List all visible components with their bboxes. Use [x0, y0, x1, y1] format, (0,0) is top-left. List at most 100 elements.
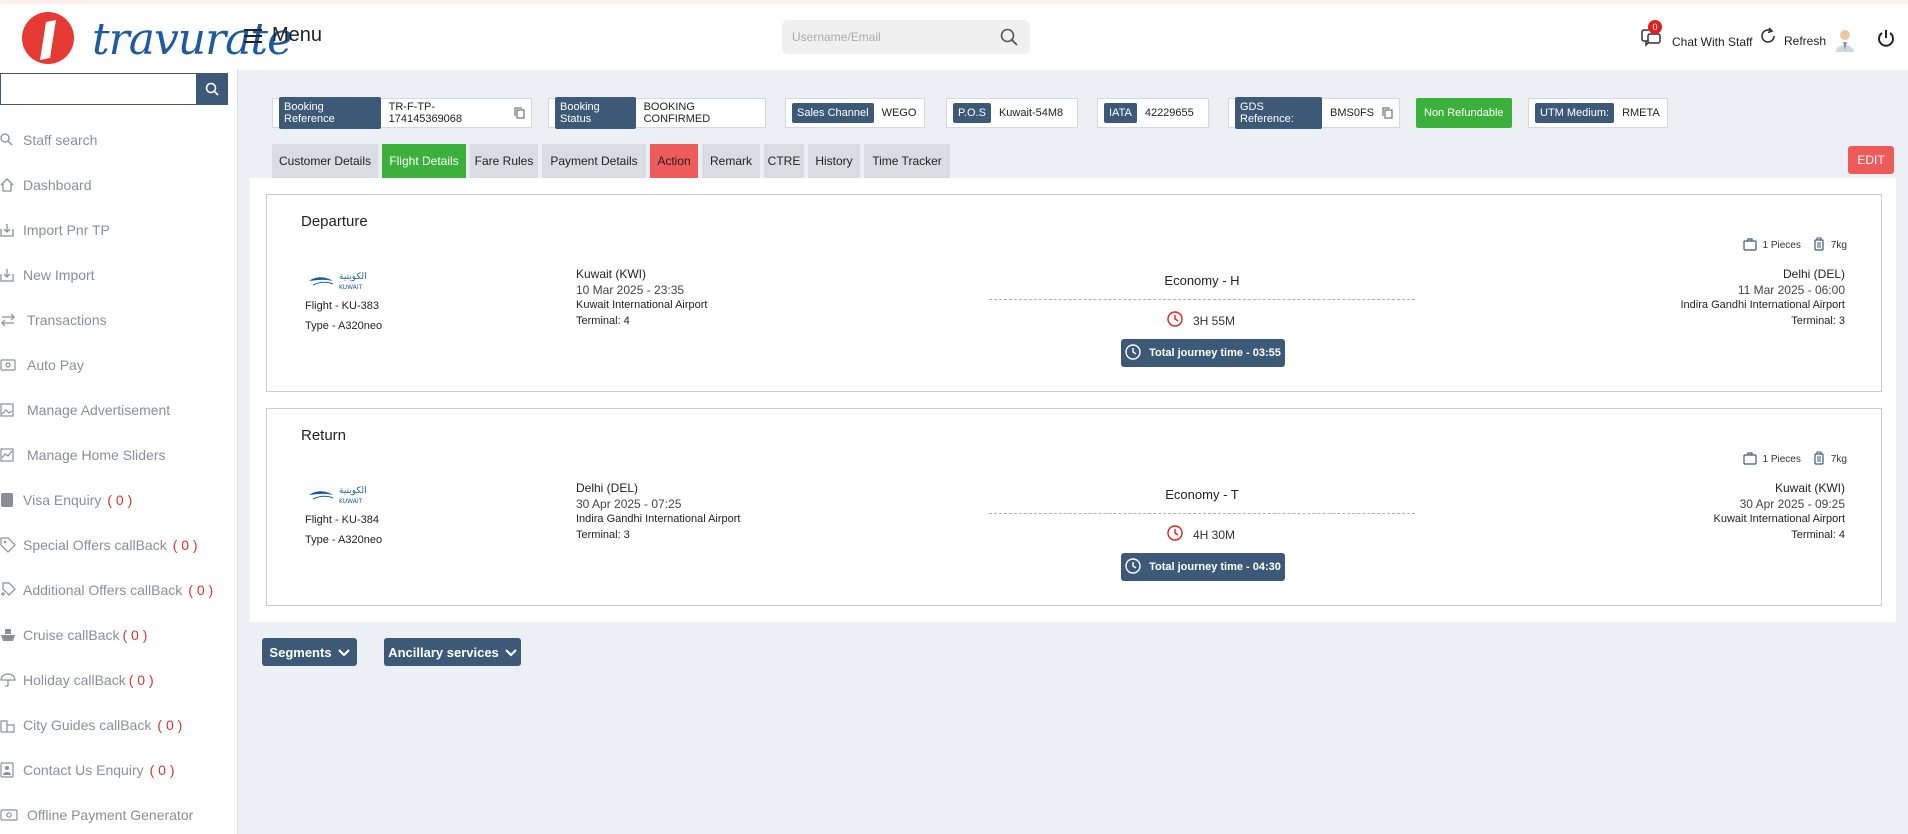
- chat-with-staff-button[interactable]: 0 Chat With Staff: [1638, 20, 1752, 53]
- sidebar-item-manage-home-sliders[interactable]: Manage Home Sliders: [0, 442, 166, 468]
- sidebar-item-dashboard[interactable]: Dashboard: [0, 172, 92, 198]
- total-journey-time: Total journey time - 04:30: [1149, 561, 1281, 573]
- gds-reference-tag: GDS Reference:: [1235, 97, 1322, 129]
- search-icon[interactable]: [1000, 28, 1018, 51]
- ancillary-services-button[interactable]: Ancillary services: [384, 638, 521, 666]
- segments-button[interactable]: Segments: [262, 638, 357, 666]
- sidebar-item-label: Dashboard: [23, 177, 92, 193]
- utm-medium-value: RMETA: [1622, 107, 1660, 119]
- route-divider: [989, 299, 1415, 300]
- sidebar-search-input[interactable]: [0, 73, 196, 105]
- sidebar-item-count: ( 0 ): [122, 627, 148, 643]
- tab-ctre[interactable]: CTRE: [764, 144, 804, 178]
- sidebar-item-transactions[interactable]: Transactions: [0, 307, 107, 333]
- sidebar-item-city-guides-callback[interactable]: City Guides callBack ( 0 ): [0, 712, 182, 738]
- import-icon: [0, 266, 18, 284]
- sidebar-item-staff-search[interactable]: Staff search: [0, 127, 97, 153]
- sidebar-item-contact-us-enquiry[interactable]: Contact Us Enquiry ( 0 ): [0, 757, 175, 783]
- origin-city: Delhi (DEL): [576, 481, 639, 495]
- tab-fare-rules[interactable]: Fare Rules: [470, 144, 538, 178]
- copy-icon[interactable]: [514, 107, 525, 119]
- tab-history[interactable]: History: [808, 144, 860, 178]
- destination-airport: Kuwait International Airport: [1713, 513, 1845, 525]
- sidebar-item-label: City Guides callBack: [23, 717, 152, 733]
- aircraft-type: Type - A320neo: [305, 534, 383, 546]
- avatar[interactable]: [1834, 28, 1856, 52]
- tab-payment-details[interactable]: Payment Details: [542, 144, 646, 178]
- power-icon[interactable]: [1876, 28, 1896, 53]
- svg-text:KUWAIT: KUWAIT: [339, 498, 363, 505]
- sidebar-item-visa-enquiry[interactable]: Visa Enquiry ( 0 ): [0, 487, 132, 513]
- sidebar-item-count: ( 0 ): [128, 672, 154, 688]
- sales-channel-tag: Sales Channel: [792, 103, 874, 123]
- sidebar-item-label: Cruise callBack: [23, 627, 120, 643]
- sidebar-item-label: Contact Us Enquiry: [23, 762, 144, 778]
- city-icon: [0, 716, 20, 734]
- origin-terminal: Terminal: 3: [576, 529, 630, 541]
- sidebar-item-additional-offers-callback[interactable]: Additional Offers callBack ( 0 ): [0, 577, 213, 603]
- clock-icon: [1167, 311, 1183, 330]
- booking-status-value: BOOKING CONFIRMED: [643, 101, 711, 125]
- sidebar-item-label: Holiday callBack: [23, 672, 126, 688]
- baggage-weight: 7kg: [1830, 240, 1847, 251]
- sidebar-item-cruise-callback[interactable]: Cruise callBack ( 0 ): [0, 622, 147, 648]
- refresh-label: Refresh: [1784, 33, 1827, 48]
- origin-city: Kuwait (KWI): [576, 267, 647, 281]
- sidebar-item-label: Staff search: [23, 132, 98, 148]
- refresh-button[interactable]: Refresh: [1758, 26, 1826, 51]
- pos-value: Kuwait-54M8: [998, 107, 1064, 119]
- sidebar-item-offline-payment-generator[interactable]: Offline Payment Generator: [0, 802, 193, 828]
- image-icon: [0, 401, 26, 419]
- sidebar-item-label: Transactions: [27, 312, 107, 328]
- chart-icon: [0, 446, 26, 464]
- tab-customer-details[interactable]: Customer Details: [272, 144, 378, 178]
- leg-title: Return: [301, 427, 347, 444]
- utm-medium-chip: UTM Medium: RMETA: [1528, 98, 1668, 128]
- clock-icon: [1167, 525, 1183, 544]
- sidebar-item-import-pnr-tp[interactable]: Import Pnr TP: [0, 217, 110, 243]
- menu-button[interactable]: Menu: [244, 24, 322, 47]
- sidebar-item-auto-pay[interactable]: Auto Pay: [0, 352, 84, 378]
- sidebar-item-new-import[interactable]: New Import: [0, 262, 95, 288]
- suitcase-icon: [1742, 237, 1757, 254]
- header-search: [782, 20, 1030, 54]
- sidebar-item-holiday-callback[interactable]: Holiday callBack ( 0 ): [0, 667, 154, 693]
- origin-airport: Indira Gandhi International Airport: [576, 513, 741, 525]
- sidebar-item-label: Special Offers callBack: [23, 537, 167, 553]
- money-icon: [0, 356, 26, 374]
- chat-badge: 0: [1648, 20, 1662, 34]
- search-input[interactable]: [782, 20, 982, 54]
- cabin-bag-icon: [1813, 237, 1825, 254]
- cabin-bag-icon: [1813, 451, 1825, 468]
- tab-remark[interactable]: Remark: [702, 144, 760, 178]
- sidebar-item-count: ( 0 ): [157, 717, 183, 733]
- total-journey-time: Total journey time - 03:55: [1149, 347, 1281, 359]
- ship-icon: [0, 626, 20, 644]
- clock-icon: [1125, 343, 1141, 363]
- sidebar-search-button[interactable]: [196, 73, 228, 105]
- tab-time-tracker[interactable]: Time Tracker: [864, 144, 950, 178]
- tag-plus-icon: [0, 581, 20, 599]
- umbrella-icon: [0, 671, 20, 689]
- copy-icon[interactable]: [1382, 107, 1393, 119]
- destination-terminal: Terminal: 4: [1791, 529, 1845, 541]
- logo-mark-icon: [22, 12, 74, 64]
- duration-value: 3H 55M: [1193, 313, 1236, 328]
- sidebar-item-special-offers-callback[interactable]: Special Offers callBack ( 0 ): [0, 532, 198, 558]
- travurate-logo[interactable]: travurate: [20, 8, 293, 70]
- menu-label: Menu: [272, 24, 323, 46]
- destination-airport: Indira Gandhi International Airport: [1680, 299, 1846, 311]
- departure-datetime: 10 Mar 2025 - 23:35: [576, 283, 685, 297]
- tab-flight-details[interactable]: Flight Details: [382, 144, 466, 178]
- home-icon: [0, 176, 18, 194]
- baggage-pieces: 1 Pieces: [1762, 240, 1801, 251]
- iata-chip: IATA 42229655: [1097, 98, 1209, 128]
- origin-airport: Kuwait International Airport: [576, 299, 708, 311]
- iata-value: 42229655: [1144, 107, 1194, 119]
- tab-action[interactable]: Action: [650, 144, 698, 178]
- booking-status-chip: Booking Status BOOKING CONFIRMED: [548, 97, 766, 129]
- sidebar-item-manage-advertisement[interactable]: Manage Advertisement: [0, 397, 170, 423]
- utm-medium-tag: UTM Medium:: [1535, 103, 1615, 123]
- edit-button[interactable]: EDIT: [1848, 146, 1894, 174]
- baggage-info: 1 Pieces 7kg: [1742, 237, 1847, 254]
